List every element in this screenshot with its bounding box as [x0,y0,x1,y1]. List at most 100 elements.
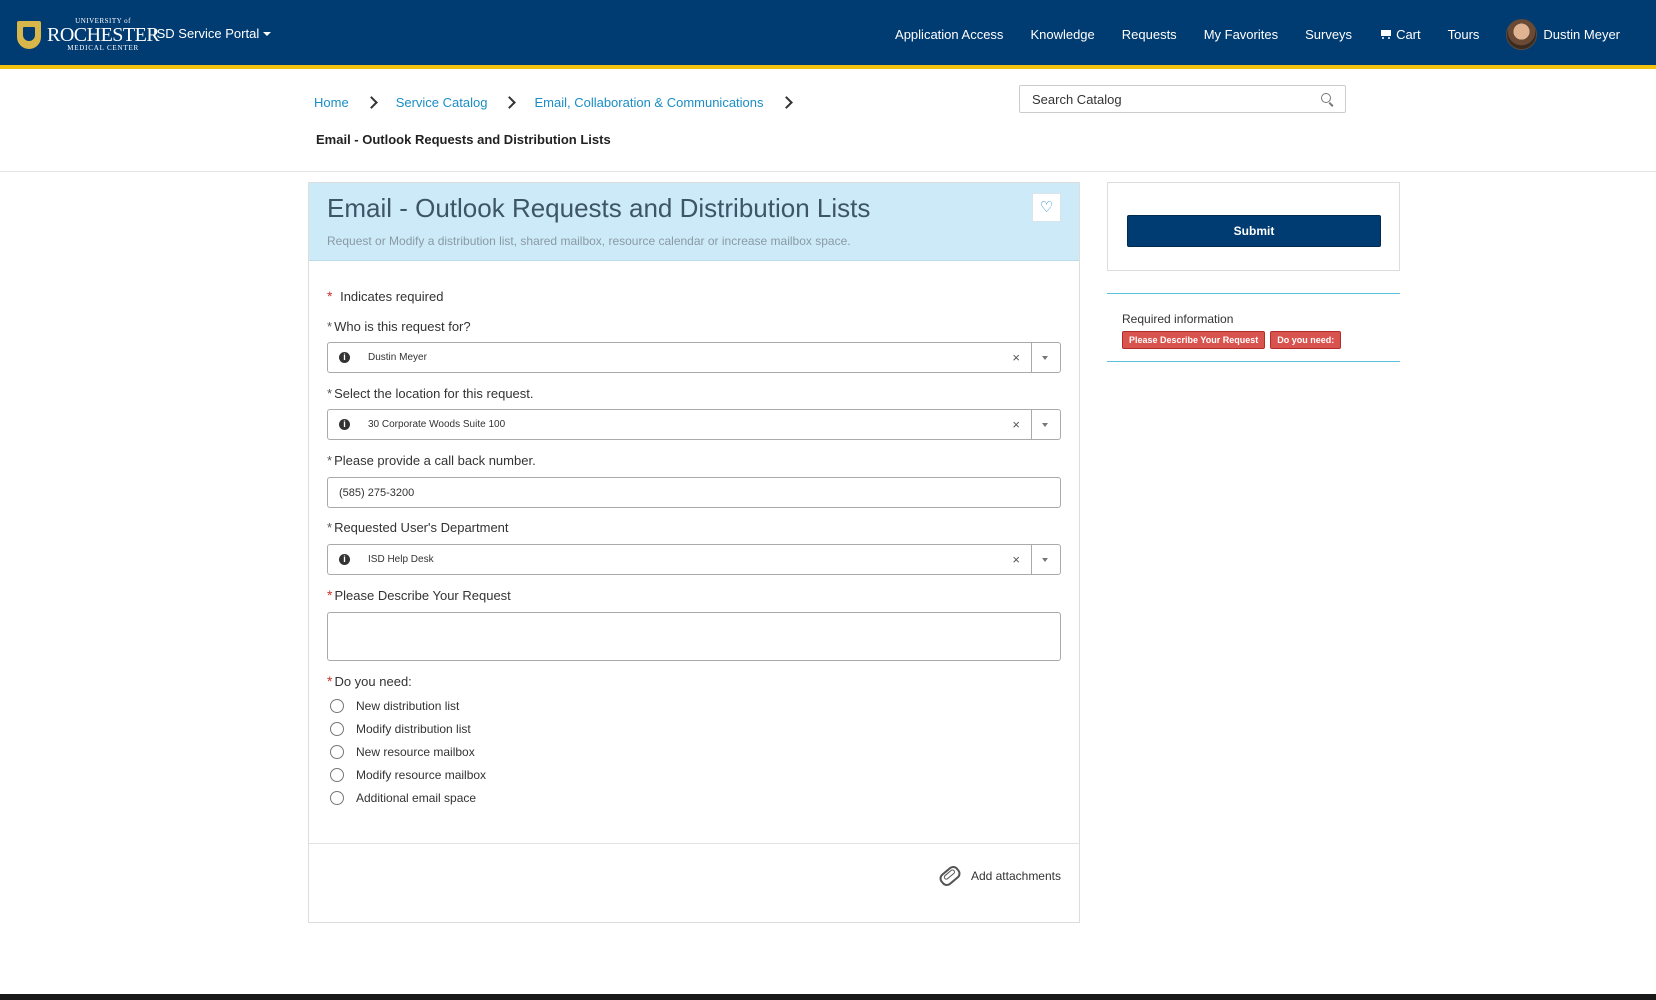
do-you-need-label: * Do you need: [327,673,412,689]
logo-text: UNIVERSITY of ROCHESTER MEDICAL CENTER [47,18,160,52]
location-label: * Select the location for this request. [327,386,534,401]
radio-label: New distribution list [356,699,460,713]
callback-label-text: Please provide a call back number. [334,453,536,468]
nav-tours[interactable]: Tours [1448,27,1480,42]
clear-icon[interactable]: × [1012,350,1020,365]
department-select[interactable]: i ISD Help Desk × [327,544,1061,575]
required-asterisk: * [327,673,333,689]
info-icon[interactable]: i [339,419,350,430]
required-asterisk: * [327,386,333,401]
user-name: Dustin Meyer [1543,27,1620,42]
main-nav: Application Access Knowledge Requests My… [895,0,1656,69]
do-you-need-label-text: Do you need: [334,674,412,689]
radio-label: Modify resource mailbox [356,768,487,782]
requested-for-label: * Who is this request for? [327,319,471,334]
describe-textarea[interactable] [327,612,1061,661]
required-note-text: Indicates required [340,289,444,304]
caret-down-icon [263,31,272,36]
required-asterisk: * [327,288,333,304]
requested-for-value: Dustin Meyer [368,352,427,363]
dropdown-toggle[interactable] [1031,343,1060,372]
radio-button[interactable] [330,791,344,805]
describe-label: * Please Describe Your Request [327,587,511,603]
radio-new-distribution-list[interactable]: New distribution list [330,699,459,713]
submit-panel: Submit [1107,182,1400,271]
nav-cart-label: Cart [1396,27,1421,42]
breadcrumb: Home Service Catalog Email, Collaboratio… [314,95,811,110]
nav-application-access[interactable]: Application Access [895,27,1003,42]
radio-modify-resource-mailbox[interactable]: Modify resource mailbox [330,768,486,782]
department-label: * Requested User's Department [327,520,509,535]
page-title: Email - Outlook Requests and Distributio… [316,132,611,147]
radio-label: Additional email space [356,791,477,805]
radio-button[interactable] [330,768,344,782]
radio-label: Modify distribution list [356,722,471,736]
top-navigation-bar: UNIVERSITY of ROCHESTER MEDICAL CENTER I… [0,0,1656,69]
logo-line2: ROCHESTER [47,24,160,46]
chevron-right-icon [364,96,378,109]
required-asterisk: * [327,453,333,468]
submit-button[interactable]: Submit [1127,215,1381,247]
info-icon[interactable]: i [339,352,350,363]
radio-button[interactable] [330,722,344,736]
location-select[interactable]: i 30 Corporate Woods Suite 100 × [327,409,1061,440]
chevron-right-icon [779,96,793,109]
requested-for-select[interactable]: i Dustin Meyer × [327,342,1061,373]
department-value: ISD Help Desk [368,554,434,565]
requested-for-label-text: Who is this request for? [334,319,471,334]
cart-icon [1379,29,1393,40]
required-information-panel: Required information Please Describe You… [1107,293,1400,362]
dropdown-toggle[interactable] [1031,410,1060,439]
chevron-right-icon [503,96,517,109]
header-divider [0,171,1656,172]
search-icon[interactable] [1321,93,1331,103]
nav-requests[interactable]: Requests [1122,27,1177,42]
form-title: Email - Outlook Requests and Distributio… [327,193,871,223]
callback-input[interactable] [328,478,1050,507]
radio-new-resource-mailbox[interactable]: New resource mailbox [330,745,475,759]
required-asterisk: * [327,587,333,603]
callback-label: * Please provide a call back number. [327,453,536,468]
nav-surveys[interactable]: Surveys [1305,27,1352,42]
radio-button[interactable] [330,745,344,759]
shield-icon [17,21,41,49]
required-badge-do-you-need[interactable]: Do you need: [1270,331,1342,349]
nav-cart[interactable]: Cart [1379,27,1421,42]
breadcrumb-email-collaboration[interactable]: Email, Collaboration & Communications [534,95,763,110]
radio-button[interactable] [330,699,344,713]
radio-label: New resource mailbox [356,745,475,759]
breadcrumb-service-catalog[interactable]: Service Catalog [396,95,488,110]
urmc-logo[interactable]: UNIVERSITY of ROCHESTER MEDICAL CENTER [17,18,160,52]
clear-icon[interactable]: × [1012,417,1020,432]
radio-modify-distribution-list[interactable]: Modify distribution list [330,722,471,736]
favorite-button[interactable]: ♡ [1032,193,1061,222]
department-label-text: Requested User's Department [334,520,509,535]
required-information-title: Required information [1122,312,1234,326]
required-asterisk: * [327,520,333,535]
portal-menu[interactable]: ISD Service Portal [153,26,272,41]
paperclip-icon [937,863,963,889]
nav-knowledge[interactable]: Knowledge [1030,27,1094,42]
clear-icon[interactable]: × [1012,552,1020,567]
location-value: 30 Corporate Woods Suite 100 [368,419,506,430]
info-icon[interactable]: i [339,554,350,565]
form-header: Email - Outlook Requests and Distributio… [309,183,1079,261]
add-attachments-label: Add attachments [970,869,1061,883]
required-badges: Please Describe Your Request Do you need… [1122,331,1346,349]
add-attachments-button[interactable]: Add attachments [937,863,1061,889]
required-badge-describe[interactable]: Please Describe Your Request [1122,331,1266,349]
user-menu[interactable]: Dustin Meyer [1506,19,1620,50]
dropdown-toggle[interactable] [1031,545,1060,574]
describe-label-text: Please Describe Your Request [334,588,511,603]
heart-icon: ♡ [1039,199,1054,216]
required-asterisk: * [327,319,333,334]
search-input[interactable] [1020,86,1324,112]
portal-name: ISD Service Portal [153,26,260,41]
radio-additional-email-space[interactable]: Additional email space [330,791,476,805]
avatar [1506,19,1538,50]
nav-my-favorites[interactable]: My Favorites [1204,27,1278,42]
page: UNIVERSITY of ROCHESTER MEDICAL CENTER I… [0,0,1656,994]
location-label-text: Select the location for this request. [334,386,534,401]
form-footer-divider [309,843,1079,844]
breadcrumb-home[interactable]: Home [314,95,349,110]
